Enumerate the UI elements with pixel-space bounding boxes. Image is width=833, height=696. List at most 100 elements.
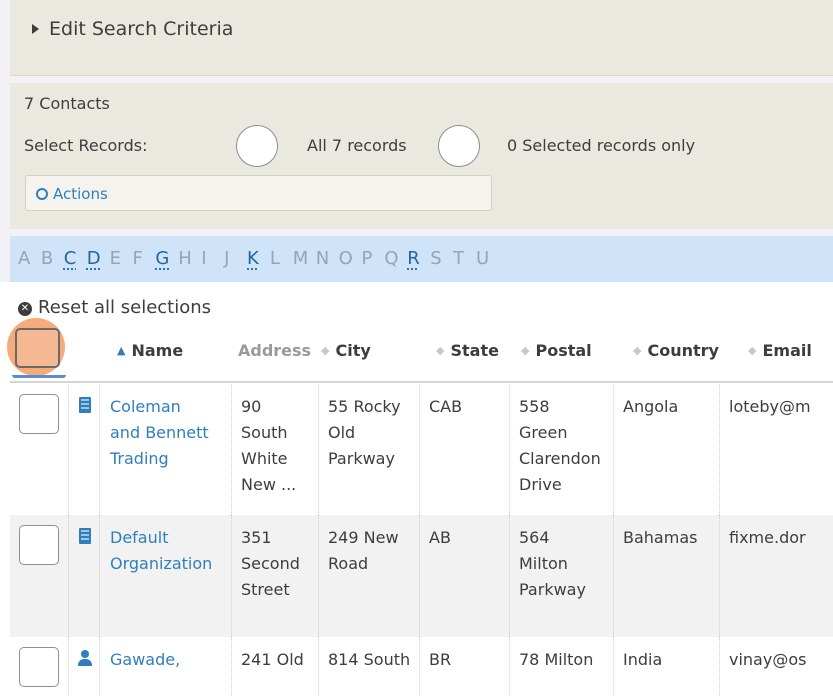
search-criteria-panel: Edit Search Criteria: [10, 0, 833, 76]
column-separator: [318, 384, 319, 515]
letter-filter-j: J: [224, 248, 230, 269]
column-separator: [719, 637, 720, 696]
column-separator: [99, 515, 100, 637]
actions-button[interactable]: Actions: [25, 175, 492, 211]
letter-filter-o: O: [338, 248, 353, 269]
cell-postal: 558 Green Clarendon Drive: [519, 397, 601, 494]
letter-filter-p: P: [361, 248, 373, 269]
select-all-checkbox[interactable]: [7, 318, 65, 376]
focus-underline: [12, 375, 66, 378]
letter-filter-a: A: [18, 248, 31, 269]
letter-filter-l: L: [269, 248, 280, 269]
cell-city: 814 South: [328, 650, 411, 669]
row-checkbox[interactable]: [19, 647, 59, 687]
table-row: Coleman and Bennett Trading 90 South Whit…: [10, 384, 833, 515]
contacts-grid: ✕ Reset all selections ▲ Name Address ◆ Cit…: [0, 282, 833, 696]
column-separator: [719, 515, 720, 637]
letter-filter-f: F: [132, 248, 143, 269]
contacts-count: 7 Contacts: [24, 94, 110, 113]
column-separator: [613, 515, 614, 637]
sort-icon: ◆: [748, 344, 757, 357]
cell-address: 241 Old: [241, 650, 304, 669]
radio-all-records-label: All 7 records: [307, 136, 407, 155]
sort-icon: ◆: [321, 344, 330, 357]
cell-address: 351 Second Street: [241, 528, 300, 599]
column-separator: [68, 515, 69, 637]
cell-country: Bahamas: [623, 528, 698, 547]
column-separator: [231, 384, 232, 515]
header-email[interactable]: ◆ Email: [748, 341, 812, 360]
radio-selected-records[interactable]: [438, 125, 480, 167]
sort-icon: ◆: [521, 344, 530, 357]
select-records-label: Select Records:: [24, 136, 148, 155]
header-city[interactable]: ◆ City: [321, 341, 371, 360]
header-postal[interactable]: ◆ Postal: [521, 341, 592, 360]
letter-filter-g[interactable]: G: [155, 248, 169, 269]
cell-country: Angola: [623, 397, 679, 416]
cell-email: vinay@os: [729, 650, 807, 669]
radio-selected-records-label: 0 Selected records only: [507, 136, 696, 155]
table-row: Default Organization 351 Second Street 249…: [10, 515, 833, 637]
cell-state: AB: [429, 528, 451, 547]
cell-name[interactable]: Coleman and Bennett Trading: [110, 394, 209, 472]
letter-filter-d[interactable]: D: [87, 248, 101, 269]
header-country[interactable]: ◆ Country: [633, 341, 719, 360]
letter-filter-t: T: [453, 248, 465, 269]
letter-filter-r[interactable]: R: [407, 248, 420, 269]
sort-icon: ◆: [633, 344, 642, 357]
reset-selections-link[interactable]: ✕ Reset all selections: [18, 297, 211, 318]
letter-filter-i: I: [201, 248, 207, 269]
letter-filter-b: B: [40, 248, 54, 269]
column-separator: [719, 384, 720, 515]
column-separator: [318, 637, 319, 696]
letter-filter-c[interactable]: C: [64, 248, 77, 269]
cell-postal: 564 Milton Parkway: [519, 528, 586, 599]
column-separator: [68, 637, 69, 696]
cell-postal: 78 Milton: [519, 650, 594, 669]
row-checkbox[interactable]: [19, 525, 59, 565]
letter-filter-q: Q: [384, 248, 399, 269]
sort-asc-icon: ▲: [117, 344, 126, 357]
edit-search-criteria-label: Edit Search Criteria: [49, 18, 234, 40]
column-separator: [509, 515, 510, 637]
close-circle-icon: ✕: [18, 302, 32, 316]
column-separator: [419, 384, 420, 515]
letter-filter-n: N: [315, 248, 330, 269]
cell-name[interactable]: Gawade,: [110, 647, 180, 673]
letter-filter-h: H: [178, 248, 192, 269]
header-divider: [10, 381, 833, 383]
cell-email: loteby@m: [729, 397, 811, 416]
cell-state: BR: [429, 650, 452, 669]
column-separator: [613, 637, 614, 696]
alphabet-filter-bar: ABCDEFGHIJKLMNOPQRSTU: [10, 236, 833, 282]
cell-name[interactable]: Default Organization: [110, 525, 212, 577]
column-separator: [613, 384, 614, 515]
caret-right-icon: [32, 24, 39, 34]
radio-all-records[interactable]: [236, 125, 278, 167]
header-address: Address: [238, 341, 312, 360]
chevron-circle-down-icon: [36, 188, 48, 200]
letter-filter-s: S: [430, 248, 442, 269]
person-icon: [78, 650, 92, 666]
column-separator: [99, 384, 100, 515]
building-icon: [79, 397, 91, 413]
column-separator: [318, 515, 319, 637]
cell-address: 90 South White New ...: [241, 397, 297, 494]
row-checkbox[interactable]: [19, 394, 59, 434]
results-panel: 7 Contacts Select Records: All 7 records…: [10, 83, 833, 229]
reset-selections-label: Reset all selections: [38, 297, 212, 318]
cell-email: fixme.dor: [729, 528, 806, 547]
cell-country: India: [623, 650, 663, 669]
column-separator: [509, 637, 510, 696]
sort-icon: ◆: [436, 344, 445, 357]
letter-filter-k[interactable]: K: [247, 248, 259, 269]
letter-filter-e: E: [109, 248, 121, 269]
header-state[interactable]: ◆ State: [436, 341, 499, 360]
edit-search-criteria-toggle[interactable]: Edit Search Criteria: [32, 18, 233, 40]
column-separator: [509, 384, 510, 515]
column-separator: [419, 515, 420, 637]
header-name[interactable]: ▲ Name: [117, 341, 183, 360]
select-all-box: [15, 328, 60, 368]
letter-filter-u: U: [476, 248, 490, 269]
cell-city: 249 New Road: [328, 528, 399, 573]
